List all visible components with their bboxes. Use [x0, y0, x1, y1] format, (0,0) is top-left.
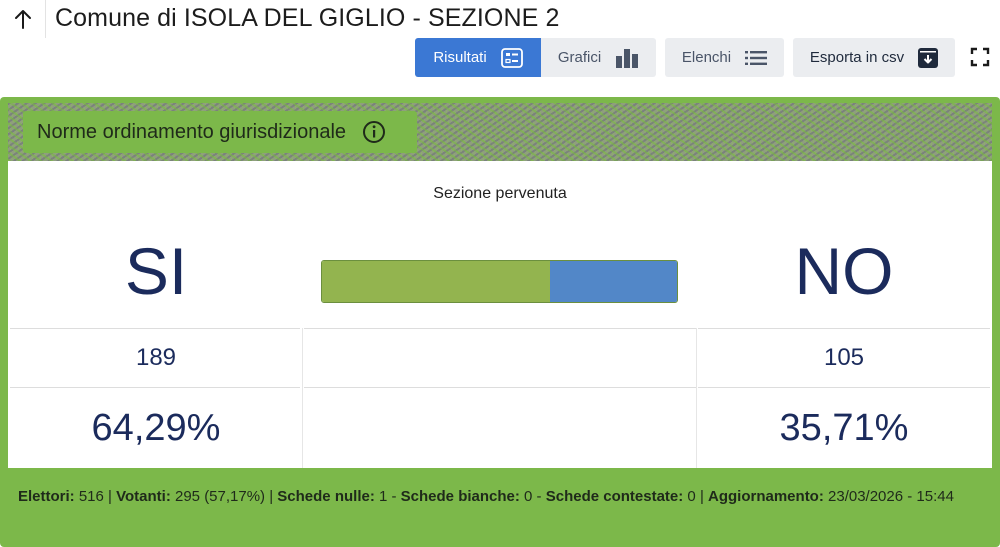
elettori-label: Elettori:: [18, 488, 75, 505]
result-bar: [321, 260, 678, 303]
si-label: SI: [124, 234, 188, 308]
no-label: NO: [794, 234, 894, 308]
tab-risultati[interactable]: Risultati: [415, 38, 541, 77]
list-icon: [745, 50, 768, 65]
fullscreen-icon: [970, 47, 990, 67]
section-summary: Elettori: 516 | Votanti: 295 (57,17%) | …: [18, 484, 978, 509]
referendum-card: Norme ordinamento giurisdizionale Sezion…: [0, 97, 1000, 547]
schede-contestate-value: 0 |: [683, 488, 709, 505]
schede-contestate-label: Schede contestate:: [545, 488, 684, 505]
tab-elenchi-label: Elenchi: [681, 49, 732, 66]
page-title: Comune di ISOLA DEL GIGLIO - SEZIONE 2: [55, 4, 560, 32]
view-toolbar: Risultati Grafici Elenchi Esporta in csv: [415, 38, 955, 77]
tab-grafici-label: Grafici: [557, 49, 602, 66]
votanti-label: Votanti:: [116, 488, 171, 505]
result-bar-no: [550, 261, 677, 302]
quesito-title-tag: Norme ordinamento giurisdizionale: [23, 111, 417, 153]
export-csv-button[interactable]: Esporta in csv: [793, 38, 955, 77]
arrow-up-icon: [14, 10, 31, 29]
fullscreen-button[interactable]: [970, 47, 990, 67]
schede-nulle-value: 1 -: [374, 488, 401, 505]
no-votes: 105: [823, 344, 865, 371]
divider: [10, 387, 300, 388]
tab-elenchi[interactable]: Elenchi: [665, 38, 784, 77]
aggiornamento-value: 23/03/2026 - 15:44: [823, 488, 954, 505]
si-percent: 64,29%: [91, 407, 221, 449]
quesito-title: Norme ordinamento giurisdizionale: [37, 120, 347, 143]
si-votes: 189: [135, 344, 177, 371]
elettori-value: 516 |: [74, 488, 117, 505]
schede-nulle-label: Schede nulle:: [277, 488, 375, 505]
export-csv-label: Esporta in csv: [809, 49, 905, 66]
divider: [698, 328, 990, 329]
divider: [304, 328, 696, 329]
bar-chart-icon: [616, 48, 639, 68]
schede-bianche-value: 0 -: [519, 488, 546, 505]
archive-download-icon: [918, 47, 939, 68]
info-icon[interactable]: [362, 120, 386, 144]
result-bar-si: [322, 261, 551, 302]
tab-risultati-label: Risultati: [433, 49, 487, 66]
back-button[interactable]: [0, 0, 46, 38]
tab-grafici[interactable]: Grafici: [541, 38, 656, 77]
divider: [304, 387, 696, 388]
votanti-value: 295 (57,17%) |: [170, 488, 278, 505]
section-status: Sezione pervenuta: [433, 185, 567, 202]
schede-bianche-label: Schede bianche:: [400, 488, 520, 505]
aggiornamento-label: Aggiornamento:: [708, 488, 824, 505]
card-header: Norme ordinamento giurisdizionale: [8, 103, 992, 161]
divider: [10, 328, 300, 329]
divider: [698, 387, 990, 388]
results-panel: Sezione pervenuta SI NO 189 105 64,29% 3…: [8, 161, 992, 468]
no-percent: 35,71%: [779, 407, 909, 449]
list-check-icon: [500, 47, 523, 68]
